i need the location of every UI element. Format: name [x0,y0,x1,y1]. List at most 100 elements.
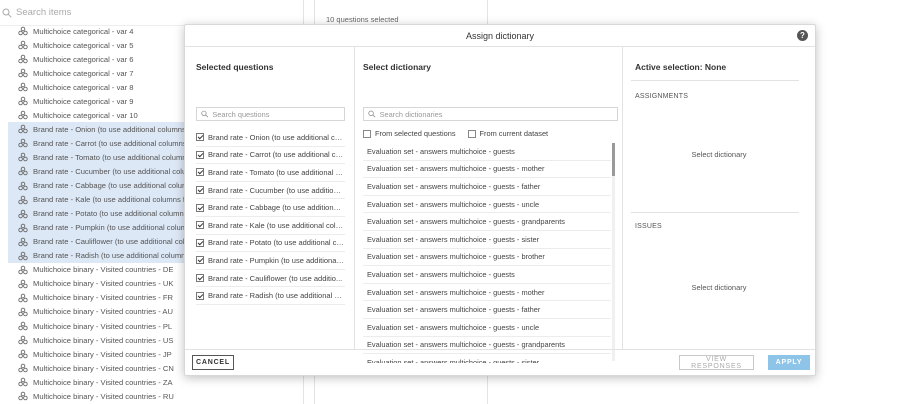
dictionary-label: Evaluation set - answers multichoice - g… [367,181,541,191]
items-search[interactable]: Search items [0,0,303,26]
question-checkbox[interactable] [196,186,204,195]
selected-question-row[interactable]: Brand rate - Cabbage (to use additional … [196,199,345,217]
selected-question-row[interactable]: Brand rate - Kale (to use additional col… [196,217,345,235]
search-dictionaries-input[interactable] [379,109,617,119]
question-group-icon [18,195,28,204]
question-checkbox[interactable] [196,274,204,283]
question-group-icon [18,26,28,36]
cancel-button[interactable]: CANCEL [192,355,234,370]
dictionary-row[interactable]: Evaluation set - answers multichoice - g… [363,213,611,231]
question-group-icon [18,265,28,275]
question-label: Brand rate - Kale (to use additional col… [208,220,345,230]
selected-question-row[interactable]: Brand rate - Carrot (to use additional c… [196,147,345,165]
filter-from-current-dataset[interactable]: From current dataset [467,129,549,138]
selected-question-row[interactable]: Brand rate - Tomato (to use additional c… [196,164,345,182]
modal-footer: CANCEL VIEW RESPONSES APPLY [185,349,815,375]
dictionary-row[interactable]: Evaluation set - answers multichoice - g… [363,284,611,302]
item-label: Multichoice binary - Visited countries -… [33,349,172,359]
question-checkbox[interactable] [196,133,204,142]
question-group-icon [18,111,28,120]
item-label: Multichoice categorical - var 10 [33,110,138,120]
question-group-icon [18,40,28,50]
selected-questions-column: Selected questions Brand rate - Onion (t… [185,47,355,349]
question-checkbox[interactable] [196,291,204,300]
selected-question-row[interactable]: Brand rate - Cucumber (to use additiona.… [196,182,345,200]
apply-button[interactable]: APPLY [768,355,810,370]
question-group-icon [18,125,28,134]
question-group-icon [18,97,28,106]
search-icon [368,110,376,118]
question-group-icon [18,68,28,78]
question-group-icon [18,307,28,317]
selected-question-row[interactable]: Brand rate - Radish (to use additional c… [196,287,345,305]
filter-dataset-label: From current dataset [479,129,549,138]
item-label: Multichoice binary - Visited countries -… [33,265,174,275]
dictionary-scrollbar[interactable] [612,143,615,361]
dictionary-label: Evaluation set - answers multichoice - g… [367,164,545,174]
issues-label: ISSUES [635,223,662,230]
question-group-icon [18,349,28,359]
dictionary-label: Evaluation set - answers multichoice - g… [367,217,565,227]
selected-questions-list: Brand rate - Onion (to use additional co… [196,129,345,305]
question-checkbox[interactable] [196,256,204,265]
question-checkbox[interactable] [196,168,204,177]
dictionary-row[interactable]: Evaluation set - answers multichoice - g… [363,196,611,214]
dictionary-row[interactable]: Evaluation set - answers multichoice - g… [363,249,611,267]
question-group-icon [18,363,28,373]
item-label: Brand rate - Cauliflower (to use additio… [33,237,189,247]
item-label: Multichoice categorical - var 5 [33,40,134,50]
dictionary-row[interactable]: Evaluation set - answers multichoice - g… [363,319,611,337]
dictionary-row[interactable]: Evaluation set - answers multichoice - g… [363,301,611,319]
dictionary-label: Evaluation set - answers multichoice - g… [367,252,545,262]
dictionary-row[interactable]: Evaluation set - answers multichoice - g… [363,161,611,179]
active-selection-column: Active selection: None ASSIGNMENTS Selec… [623,47,815,349]
selected-question-row[interactable]: Brand rate - Pumpkin (to use additional … [196,252,345,270]
item-row[interactable]: Multichoice binary - Visited countries -… [0,375,303,389]
question-checkbox[interactable] [196,238,204,247]
item-row[interactable]: Multichoice binary - Visited countries -… [0,389,303,403]
question-label: Brand rate - Potato (to use additional c… [208,238,345,248]
item-label: Brand rate - Pumpkin (to use additional … [33,223,192,233]
selected-question-row[interactable]: Brand rate - Potato (to use additional c… [196,235,345,253]
dictionary-label: Evaluation set - answers multichoice - g… [367,340,565,350]
item-label: Brand rate - Onion (to use additional co… [33,124,186,134]
question-label: Brand rate - Radish (to use additional c… [208,291,345,301]
filter-from-selected-questions[interactable]: From selected questions [363,129,456,138]
search-icon [2,8,12,18]
question-group-icon [18,237,28,246]
item-label: Brand rate - Kale (to use additional col… [33,195,190,205]
view-responses-button[interactable]: VIEW RESPONSES [679,355,754,370]
selected-question-row[interactable]: Brand rate - Cauliflower (to use additio… [196,270,345,288]
item-label: Multichoice binary - Visited countries -… [33,307,173,317]
help-icon[interactable]: ? [797,30,808,41]
question-label: Brand rate - Onion (to use additional co… [208,132,345,142]
filter-selected-checkbox[interactable] [363,129,371,138]
question-group-icon [18,377,28,387]
item-label: Brand rate - Radish (to use additional c… [33,251,190,261]
dictionary-label: Evaluation set - answers multichoice - g… [367,234,540,244]
question-label: Brand rate - Pumpkin (to use additional … [208,255,345,265]
dictionary-label: Evaluation set - answers multichoice - g… [367,305,541,315]
question-checkbox[interactable] [196,221,204,230]
selected-question-row[interactable]: Brand rate - Onion (to use additional co… [196,129,345,147]
question-checkbox[interactable] [196,203,204,212]
dictionary-row[interactable]: Evaluation set - answers multichoice - g… [363,178,611,196]
item-label: Brand rate - Cabbage (to use additional … [33,181,189,191]
item-label: Multichoice binary - Visited countries -… [33,391,174,401]
item-label: Multichoice binary - Visited countries -… [33,377,173,387]
question-label: Brand rate - Tomato (to use additional c… [208,167,345,177]
selected-count: 10 questions selected [326,15,399,24]
dictionary-row[interactable]: Evaluation set - answers multichoice - g… [363,266,611,284]
question-checkbox[interactable] [196,150,204,159]
question-group-icon [18,82,28,92]
question-group-icon [18,209,28,218]
item-label: Multichoice binary - Visited countries -… [33,293,173,303]
question-group-icon [18,279,28,289]
search-questions-input[interactable] [212,109,344,119]
dictionary-scroll-thumb[interactable] [612,143,615,176]
dictionary-row[interactable]: Evaluation set - answers multichoice - g… [363,231,611,249]
filter-dataset-checkbox[interactable] [467,129,476,138]
assignments-label: ASSIGNMENTS [635,93,689,100]
dictionary-row[interactable]: Evaluation set - answers multichoice - g… [363,143,611,161]
item-label: Multichoice binary - Visited countries -… [33,321,173,331]
